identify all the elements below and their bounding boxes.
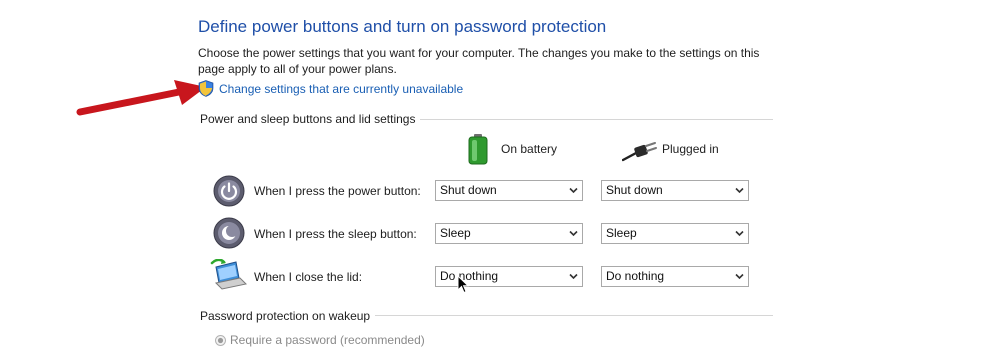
change-settings-link[interactable]: Change settings that are currently unava…	[219, 82, 463, 96]
power-button-icon	[213, 175, 245, 207]
close-lid-plugged-select[interactable]: Do nothing	[601, 266, 749, 287]
chevron-down-icon	[735, 273, 744, 280]
select-value: Sleep	[606, 226, 637, 240]
mouse-cursor-icon	[457, 275, 469, 294]
select-value: Shut down	[606, 183, 663, 197]
chevron-down-icon	[735, 187, 744, 194]
password-section-title: Password protection on wakeup	[200, 309, 371, 323]
row-label-power-button: When I press the power button:	[254, 184, 421, 198]
section-divider	[375, 315, 773, 316]
power-button-battery-select[interactable]: Shut down	[435, 180, 583, 201]
chevron-down-icon	[735, 230, 744, 237]
select-value: Shut down	[440, 183, 497, 197]
column-plugged-in: Plugged in	[662, 142, 719, 156]
require-password-radio[interactable]	[215, 335, 226, 346]
column-on-battery: On battery	[501, 142, 558, 156]
select-value: Do nothing	[440, 269, 499, 283]
sleep-button-plugged-select[interactable]: Sleep	[601, 223, 749, 244]
chevron-down-icon	[569, 230, 578, 237]
battery-icon	[468, 134, 488, 165]
chevron-down-icon	[569, 273, 578, 280]
annotation-arrow-icon	[76, 80, 206, 116]
select-value: Sleep	[440, 226, 471, 240]
laptop-lid-icon	[210, 259, 248, 290]
power-plug-icon	[622, 142, 657, 162]
row-label-close-lid: When I close the lid:	[254, 270, 363, 284]
sleep-button-battery-select[interactable]: Sleep	[435, 223, 583, 244]
uac-shield-icon	[198, 80, 214, 97]
sleep-button-icon	[213, 217, 245, 249]
require-password-label: Require a password (recommended)	[230, 333, 425, 347]
section-divider	[420, 119, 773, 120]
select-value: Do nothing	[606, 269, 665, 283]
page-title: Define power buttons and turn on passwor…	[198, 17, 607, 36]
chevron-down-icon	[569, 187, 578, 194]
row-label-sleep-button: When I press the sleep button:	[254, 227, 417, 241]
power-button-plugged-select[interactable]: Shut down	[601, 180, 749, 201]
power-sleep-section-title: Power and sleep buttons and lid settings	[200, 112, 416, 126]
page-description: Choose the power settings that you want …	[198, 46, 760, 76]
